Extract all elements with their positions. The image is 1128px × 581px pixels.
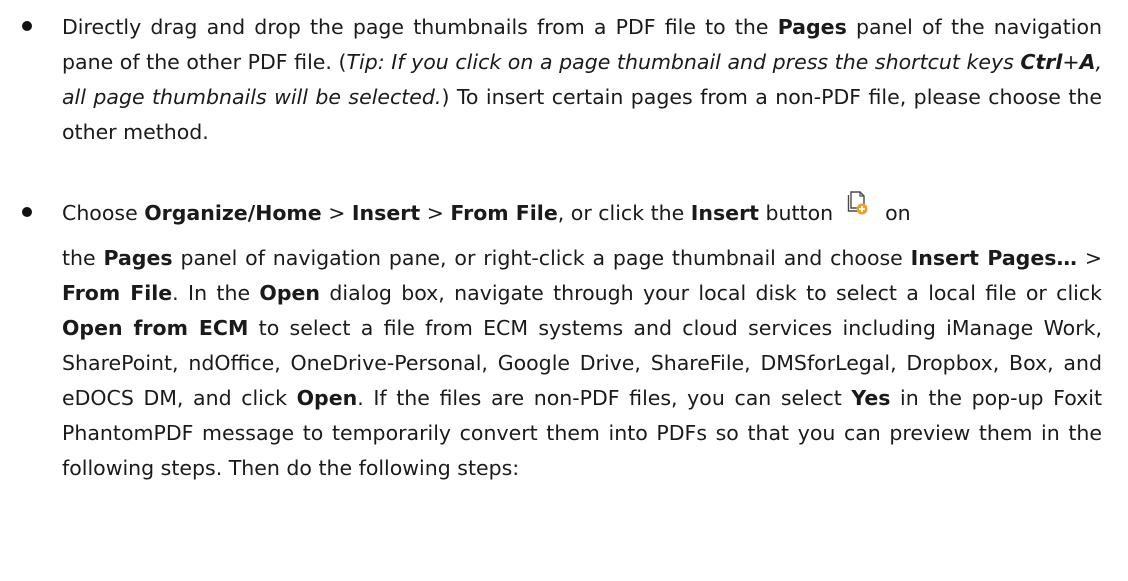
bullet-dot — [22, 207, 32, 217]
text-segment: dialog box, navigate through your local … — [320, 281, 1102, 305]
insert-pages-icon — [847, 190, 869, 216]
text-segment: Directly drag and drop the page thumbnai… — [62, 15, 778, 39]
paragraph-insert-from-file: Choose Organize/Home > Insert > From Fil… — [62, 191, 1102, 486]
dialog-name-open: Open — [259, 281, 321, 305]
text-segment: . If the files are non-PDF files, you ca… — [357, 386, 852, 410]
button-name-insert: Insert — [690, 201, 759, 225]
tip-text: Tip: If you click on a page thumbnail an… — [346, 50, 1021, 74]
bullet-dot — [22, 21, 32, 31]
menu-organize-home: Organize/Home — [144, 201, 322, 225]
bold-term-pages: Pages — [103, 246, 173, 270]
menu-insert: Insert — [351, 201, 421, 225]
menu-from-file: From File — [450, 201, 558, 225]
text-segment: > — [420, 201, 451, 225]
text-segment: Choose — [62, 201, 145, 225]
menu-from-file: From File — [62, 281, 173, 305]
text-segment: > — [321, 201, 352, 225]
paragraph-drag-drop: Directly drag and drop the page thumbnai… — [62, 10, 1102, 150]
text-segment: . In the — [172, 281, 260, 305]
text-segment: on — [885, 201, 911, 225]
shortcut-key-a: A — [1079, 50, 1096, 74]
text-segment: button — [759, 201, 834, 225]
button-name-open-from-ecm: Open from ECM — [62, 316, 249, 340]
text-segment: > — [1076, 246, 1102, 270]
button-name-open: Open — [296, 386, 358, 410]
shortcut-plus: + — [1062, 50, 1080, 74]
bold-term-pages: Pages — [777, 15, 847, 39]
text-segment: , or click the — [557, 201, 691, 225]
menu-insert-pages: Insert Pages… — [910, 246, 1077, 270]
document-page: Directly drag and drop the page thumbnai… — [0, 0, 1128, 581]
text-segment: the — [62, 246, 104, 270]
first-line: Choose Organize/Home > Insert > From Fil… — [62, 191, 1102, 241]
text-segment: panel of navigation pane, or right-click… — [172, 246, 911, 270]
shortcut-key-ctrl: Ctrl — [1020, 50, 1063, 74]
button-name-yes: Yes — [851, 386, 891, 410]
